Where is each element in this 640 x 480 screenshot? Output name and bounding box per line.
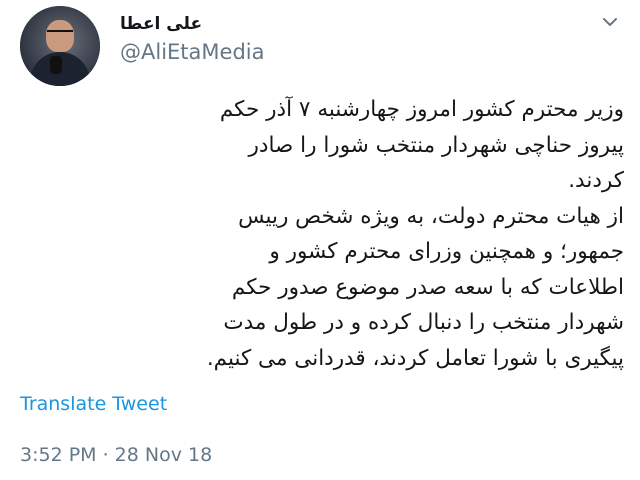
author-display-name[interactable]: علی اعطا — [120, 14, 202, 34]
translate-tweet-link[interactable]: Translate Tweet — [20, 393, 167, 415]
tweet-text-line: پیگیری با شورا تعامل کردند، قدردانی می ک… — [206, 345, 624, 371]
tweet-text: وزیر محترم کشور امروز چهارشنبه ۷ آذر حکم… — [24, 92, 624, 376]
tweet-text-line: شهردار منتخب را دنبال کرده و در طول مدت — [223, 310, 624, 335]
tweet-text-line: کردند. — [568, 168, 624, 193]
avatar-glasses — [47, 30, 73, 38]
chevron-down-icon[interactable] — [600, 12, 620, 32]
tweet-text-line: اطلاعات که با سعه صدر موضوع صدور حکم — [231, 274, 624, 300]
tweet-text-line: پیروز حناچی شهردار منتخب شورا را صادر — [248, 132, 624, 158]
author-handle[interactable]: @AliEtaMedia — [120, 40, 264, 64]
microphone-icon — [50, 56, 62, 74]
tweet-text-line: از هیات محترم دولت، به ویژه شخص رییس — [238, 203, 624, 229]
tweet-text-line: جمهور؛ و همچنین وزرای محترم کشور و — [269, 239, 624, 264]
tweet-timestamp[interactable]: 3:52 PM · 28 Nov 18 — [20, 444, 212, 466]
tweet-text-line: وزیر محترم کشور امروز چهارشنبه ۷ آذر حکم — [219, 97, 624, 122]
avatar[interactable] — [20, 6, 100, 86]
